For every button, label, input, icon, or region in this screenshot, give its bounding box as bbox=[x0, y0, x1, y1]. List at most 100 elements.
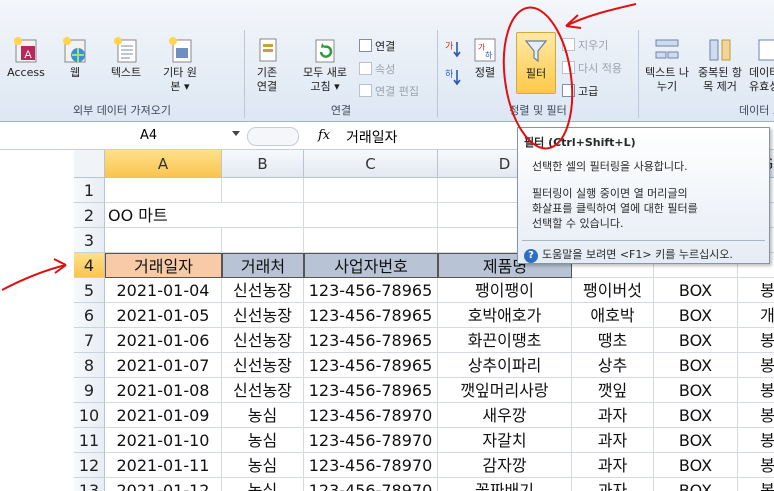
table-cell[interactable]: 123-456-78970 bbox=[304, 453, 438, 478]
table-cell[interactable]: BOX bbox=[654, 303, 738, 328]
table-cell[interactable] bbox=[304, 203, 438, 228]
remove-duplicates-button[interactable]: 중복된 항목 제거 bbox=[695, 36, 745, 94]
table-cell[interactable]: 애호박 bbox=[572, 303, 654, 328]
table-cell[interactable]: 봉 bbox=[738, 378, 774, 403]
clear-button[interactable]: 지우기 bbox=[562, 37, 608, 53]
table-cell[interactable]: 과자 bbox=[572, 478, 654, 491]
formula-input[interactable]: 거래일자 bbox=[346, 127, 398, 147]
table-cell[interactable]: 2021-01-04 bbox=[105, 278, 222, 303]
table-cell[interactable]: 과자 bbox=[572, 453, 654, 478]
table-cell[interactable]: BOX bbox=[654, 403, 738, 428]
table-cell[interactable]: 123-456-78965 bbox=[304, 278, 438, 303]
name-box[interactable]: A4 bbox=[74, 126, 246, 147]
text-to-columns-button[interactable]: 텍스트 나누기 bbox=[645, 36, 689, 94]
table-cell[interactable]: 신선농장 bbox=[222, 378, 304, 403]
table-cell[interactable]: 2021-01-08 bbox=[105, 378, 222, 403]
table-cell[interactable]: BOX bbox=[654, 353, 738, 378]
table-cell[interactable] bbox=[105, 228, 222, 253]
table-header-cell[interactable]: 사업자번호 bbox=[304, 253, 438, 278]
table-cell[interactable]: 과자 bbox=[572, 403, 654, 428]
table-cell[interactable]: 봉 bbox=[738, 428, 774, 453]
table-cell[interactable]: 123-456-78970 bbox=[304, 428, 438, 453]
sort-button[interactable]: 가하 정렬 bbox=[470, 36, 500, 80]
column-header-b[interactable]: B bbox=[222, 150, 304, 178]
table-cell[interactable]: 새우깡 bbox=[438, 403, 572, 428]
table-cell[interactable]: 팽이팽이 bbox=[438, 278, 572, 303]
row-header-6[interactable]: 6 bbox=[74, 303, 105, 328]
row-header-3[interactable]: 3 bbox=[74, 228, 105, 253]
table-cell[interactable]: 봉 bbox=[738, 353, 774, 378]
table-cell[interactable]: 농심 bbox=[222, 478, 304, 491]
table-cell[interactable]: 123-456-78965 bbox=[304, 378, 438, 403]
table-cell[interactable]: BOX bbox=[654, 453, 738, 478]
edit-links-button[interactable]: 연결 편집 bbox=[359, 83, 419, 99]
table-cell[interactable]: 봉 bbox=[738, 478, 774, 491]
table-cell[interactable]: 상추이파리 bbox=[438, 353, 572, 378]
table-cell[interactable]: 과자 bbox=[572, 428, 654, 453]
table-cell[interactable]: 농심 bbox=[222, 453, 304, 478]
table-cell[interactable]: BOX bbox=[654, 278, 738, 303]
row-header-7[interactable]: 7 bbox=[74, 328, 105, 353]
row-header-12[interactable]: 12 bbox=[74, 453, 105, 478]
table-cell[interactable]: BOX bbox=[654, 378, 738, 403]
table-cell[interactable] bbox=[222, 203, 304, 228]
table-cell[interactable]: 꽃짜배기 bbox=[438, 478, 572, 491]
name-box-dropdown-icon[interactable] bbox=[232, 131, 240, 136]
table-cell[interactable]: 봉 bbox=[738, 403, 774, 428]
select-all-corner[interactable] bbox=[74, 150, 105, 178]
web-button[interactable]: 웹 bbox=[58, 36, 92, 80]
table-cell[interactable]: 2021-01-09 bbox=[105, 403, 222, 428]
table-cell[interactable]: BOX bbox=[654, 428, 738, 453]
column-header-c[interactable]: C bbox=[304, 150, 438, 178]
table-cell[interactable]: 땡초 bbox=[572, 328, 654, 353]
connections-button[interactable]: 연결 bbox=[359, 38, 395, 54]
table-cell[interactable] bbox=[222, 228, 304, 253]
text-import-button[interactable]: 텍스트 bbox=[96, 36, 156, 80]
table-cell[interactable]: 팽이버섯 bbox=[572, 278, 654, 303]
table-cell[interactable]: 봉 bbox=[738, 278, 774, 303]
table-cell[interactable]: 농심 bbox=[222, 403, 304, 428]
table-cell[interactable]: 봉 bbox=[738, 328, 774, 353]
formula-bar-grip[interactable] bbox=[247, 127, 299, 146]
table-cell[interactable]: 2021-01-11 bbox=[105, 453, 222, 478]
row-header-10[interactable]: 10 bbox=[74, 403, 105, 428]
table-cell[interactable]: 깻잎머리사랑 bbox=[438, 378, 572, 403]
table-cell[interactable]: 신선농장 bbox=[222, 303, 304, 328]
row-header-1[interactable]: 1 bbox=[74, 178, 105, 203]
sort-descending-icon[interactable]: 하 bbox=[445, 68, 463, 86]
other-sources-button[interactable]: 기타 원본 ▾ bbox=[160, 36, 202, 94]
reapply-button[interactable]: 다시 적용 bbox=[562, 60, 622, 76]
table-cell[interactable] bbox=[105, 178, 222, 203]
table-cell[interactable]: 123-456-78965 bbox=[304, 353, 438, 378]
row-header-11[interactable]: 11 bbox=[74, 428, 105, 453]
table-cell[interactable]: 봉 bbox=[738, 453, 774, 478]
table-header-cell[interactable]: 거래일자 bbox=[105, 253, 222, 278]
table-cell[interactable]: 2021-01-06 bbox=[105, 328, 222, 353]
table-cell[interactable]: 123-456-78965 bbox=[304, 303, 438, 328]
row-header-13[interactable]: 13 bbox=[74, 478, 105, 491]
properties-button[interactable]: 속성 bbox=[359, 61, 395, 77]
table-header-cell[interactable]: 거래처 bbox=[222, 253, 304, 278]
table-cell[interactable]: 신선농장 bbox=[222, 328, 304, 353]
table-cell[interactable]: BOX bbox=[654, 328, 738, 353]
table-cell[interactable]: OO 마트 bbox=[105, 203, 222, 228]
table-cell[interactable]: 123-456-78970 bbox=[304, 478, 438, 491]
table-cell[interactable] bbox=[222, 178, 304, 203]
table-cell[interactable] bbox=[304, 178, 438, 203]
row-header-9[interactable]: 9 bbox=[74, 378, 105, 403]
sort-ascending-icon[interactable]: 가 bbox=[445, 40, 463, 58]
table-cell[interactable]: 화끈이땡초 bbox=[438, 328, 572, 353]
table-cell[interactable]: 123-456-78970 bbox=[304, 403, 438, 428]
advanced-button[interactable]: 고급 bbox=[562, 83, 598, 99]
table-cell[interactable] bbox=[304, 228, 438, 253]
row-header-5[interactable]: 5 bbox=[74, 278, 105, 303]
table-cell[interactable]: 2021-01-07 bbox=[105, 353, 222, 378]
data-validation-button[interactable]: 데이터 유효성 ▾ bbox=[749, 36, 774, 94]
table-cell[interactable]: 2021-01-12 bbox=[105, 478, 222, 491]
table-cell[interactable]: 자갈치 bbox=[438, 428, 572, 453]
table-cell[interactable]: BOX bbox=[654, 478, 738, 491]
table-cell[interactable]: 상추 bbox=[572, 353, 654, 378]
table-cell[interactable]: 농심 bbox=[222, 428, 304, 453]
fx-icon[interactable]: fx bbox=[318, 128, 330, 143]
table-cell[interactable]: 깻잎 bbox=[572, 378, 654, 403]
